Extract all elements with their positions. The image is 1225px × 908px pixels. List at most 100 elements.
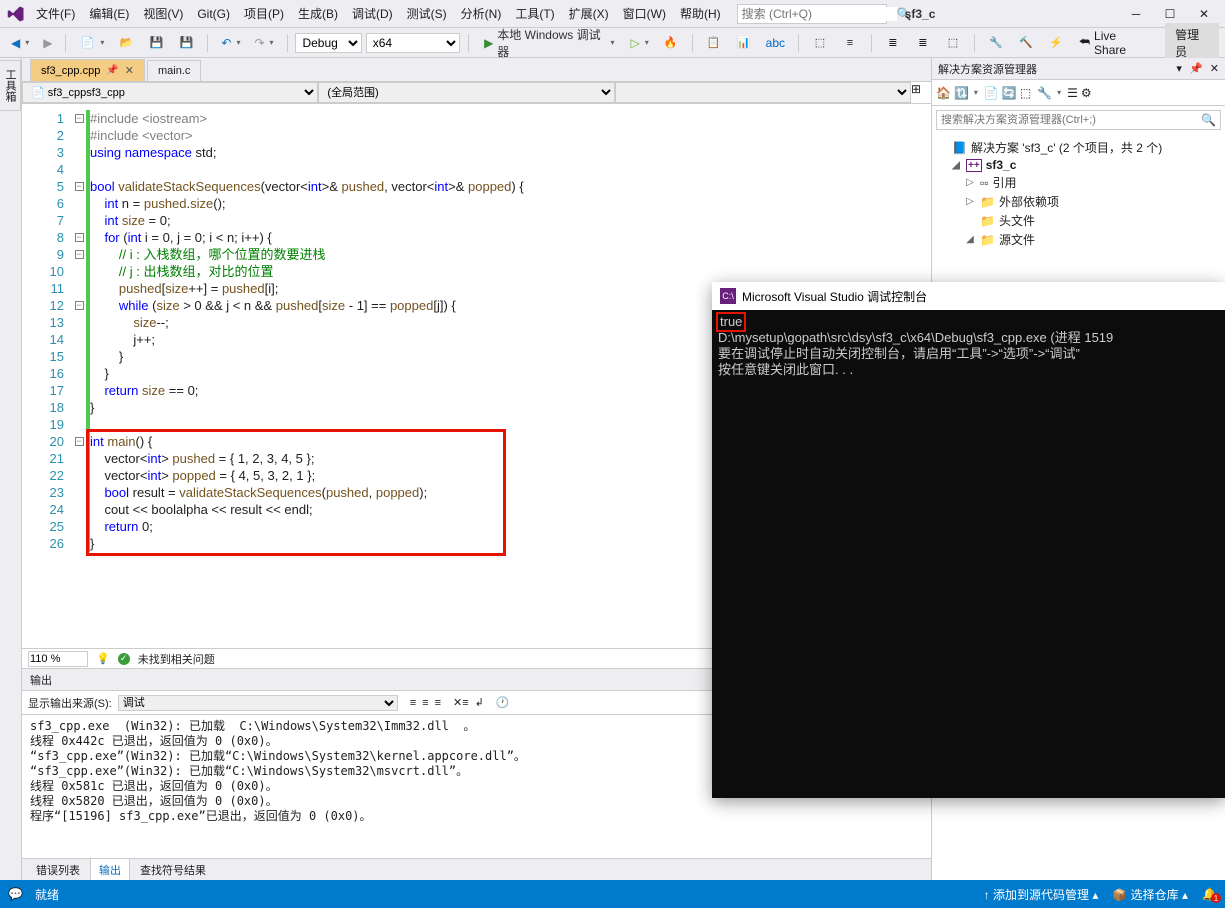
line-numbers: 1234567891011121314151617181920212223242… — [22, 104, 72, 648]
redo-button[interactable]: ↷▾ — [249, 33, 278, 53]
notifications-button[interactable]: 🔔1 — [1202, 887, 1217, 901]
tree-solution-root[interactable]: 📘 解决方案 'sf3_c' (2 个项目，共 2 个) — [936, 138, 1221, 157]
expand-icon[interactable]: ◢ — [964, 234, 976, 245]
console-titlebar[interactable]: C:\ Microsoft Visual Studio 调试控制台 — [712, 282, 1225, 310]
tree-external-deps[interactable]: ▷ 📁 外部依赖项 — [936, 192, 1221, 211]
split-button[interactable]: ⊞ — [911, 82, 931, 103]
tree-references[interactable]: ▷ ▫▫ 引用 — [936, 173, 1221, 192]
minimize-button[interactable]: ─ — [1119, 1, 1153, 27]
out-btn-3[interactable]: ≡ — [435, 697, 441, 709]
tool-btn-1[interactable]: 🔥 — [658, 33, 684, 53]
tool-btn-12[interactable]: ⚡ — [1043, 33, 1069, 53]
sol-btn-5[interactable]: ⬚ — [1020, 86, 1031, 100]
repo-select-button[interactable]: 📦 选择仓库 ▴ — [1112, 886, 1188, 903]
out-btn-2[interactable]: ≡ — [422, 697, 428, 709]
menu-help[interactable]: 帮助(H) — [674, 1, 727, 26]
play-icon: ▶ — [484, 36, 493, 50]
tree-project[interactable]: ◢ ++ sf3_c — [936, 157, 1221, 173]
nav-fwd-button[interactable]: ▶ — [38, 33, 57, 53]
member-select-2[interactable] — [615, 82, 911, 103]
fold-gutter[interactable]: −−−−−− — [72, 104, 86, 648]
start-nodebug-button[interactable]: ▷▾ — [625, 33, 653, 53]
sol-home-button[interactable]: 🏠 — [936, 86, 951, 100]
expand-icon[interactable]: ▷ — [964, 177, 976, 188]
output-src-select[interactable]: 调试 — [118, 695, 398, 711]
menu-edit[interactable]: 编辑(E) — [83, 1, 135, 26]
tool-btn-7[interactable]: ≣ — [880, 33, 906, 53]
tool-btn-6[interactable]: ≡ — [837, 33, 863, 53]
panel-close-icon[interactable]: ✕ — [1210, 63, 1219, 75]
out-wrap-button[interactable]: ↲ — [475, 696, 484, 709]
start-debug-button[interactable]: ▶ 本地 Windows 调试器 ▾ — [477, 23, 621, 63]
menu-view[interactable]: 视图(V) — [137, 1, 189, 26]
src-control-button[interactable]: ↑ 添加到源代码管理 ▴ — [984, 886, 1099, 903]
scope-select[interactable]: 📄 sf3_cppsf3_cpp — [22, 82, 318, 103]
tree-headers[interactable]: 📁 头文件 — [936, 211, 1221, 230]
tool-btn-4[interactable]: abc — [761, 33, 790, 53]
expand-icon[interactable]: ▷ — [964, 196, 976, 207]
tab-main-c[interactable]: main.c — [147, 60, 201, 81]
platform-select[interactable]: x64 — [366, 33, 460, 53]
menu-project[interactable]: 项目(P) — [238, 1, 290, 26]
sol-btn-4[interactable]: 🔄 — [1002, 86, 1017, 100]
menu-git[interactable]: Git(G) — [191, 3, 236, 25]
sol-btn-2[interactable]: 🔃 — [954, 86, 969, 100]
tool-btn-11[interactable]: 🔨 — [1013, 33, 1039, 53]
tab-output[interactable]: 输出 — [90, 858, 130, 882]
save-button[interactable]: 💾 — [143, 33, 169, 53]
tab-active[interactable]: sf3_cpp.cpp 📌 ✕ — [30, 59, 145, 81]
menu-build[interactable]: 生成(B) — [292, 1, 344, 26]
sol-btn-7[interactable]: ☰ — [1067, 86, 1078, 100]
panel-pin-icon[interactable]: 📌 — [1189, 63, 1203, 75]
nav-back-button[interactable]: ◀▾ — [6, 33, 34, 53]
debug-console-window[interactable]: C:\ Microsoft Visual Studio 调试控制台 true D… — [712, 282, 1225, 798]
zoom-input[interactable] — [28, 651, 88, 667]
toolbox-tab[interactable]: 工具箱 — [0, 60, 21, 111]
tab-error-list[interactable]: 错误列表 — [28, 859, 88, 881]
share-icon: ⮪ — [1079, 35, 1090, 50]
status-icon: 💬 — [8, 887, 23, 901]
live-share-button[interactable]: ⮪ Live Share — [1073, 27, 1153, 59]
refs-icon: ▫▫ — [980, 176, 989, 190]
solution-search-input[interactable] — [941, 114, 1201, 126]
tab-close-icon[interactable]: ✕ — [125, 64, 134, 77]
document-tabs: sf3_cpp.cpp 📌 ✕ main.c — [22, 58, 931, 82]
menu-test[interactable]: 测试(S) — [401, 1, 453, 26]
expand-icon[interactable]: ◢ — [950, 160, 962, 171]
menu-file[interactable]: 文件(F) — [30, 1, 81, 26]
undo-button[interactable]: ↶▾ — [216, 33, 245, 53]
config-select[interactable]: Debug — [295, 33, 361, 53]
tab-find-symbol[interactable]: 查找符号结果 — [132, 859, 214, 881]
admin-badge[interactable]: 管理员 — [1165, 23, 1219, 63]
tree-sources[interactable]: ◢ 📁 源文件 — [936, 230, 1221, 249]
tool-btn-9[interactable]: ⬚ — [940, 33, 966, 53]
member-select[interactable]: (全局范围) — [318, 82, 614, 103]
tool-btn-10[interactable]: 🔧 — [983, 33, 1009, 53]
sol-btn-8[interactable]: ⚙ — [1081, 86, 1092, 100]
console-body[interactable]: true D:\mysetup\gopath\src\dsy\sf3_c\x64… — [712, 310, 1225, 382]
menu-debug[interactable]: 调试(D) — [346, 1, 399, 26]
out-clear-button[interactable]: ✕≡ — [453, 696, 469, 709]
out-btn-1[interactable]: ≡ — [410, 697, 416, 709]
tool-btn-5[interactable]: ⬚ — [807, 33, 833, 53]
pin-icon[interactable]: 📌 — [106, 65, 118, 76]
tool-btn-3[interactable]: 📊 — [731, 33, 757, 53]
panel-menu-icon[interactable]: ▾ — [1176, 63, 1182, 75]
live-share-label: Live Share — [1094, 29, 1147, 57]
menu-window[interactable]: 窗口(W) — [617, 1, 672, 26]
open-button[interactable]: 📂 — [113, 33, 139, 53]
new-item-button[interactable]: 📄▾ — [74, 33, 109, 53]
solution-search[interactable]: 🔍 — [936, 110, 1221, 130]
code-nav-bar: 📄 sf3_cppsf3_cpp (全局范围) ⊞ — [22, 82, 931, 104]
quick-search-input[interactable] — [742, 7, 897, 21]
sol-btn-6[interactable]: 🔧 — [1037, 86, 1052, 100]
lightbulb-icon[interactable]: 💡 — [96, 652, 110, 665]
out-time-button[interactable]: 🕐 — [496, 696, 510, 709]
tool-btn-8[interactable]: ≣ — [910, 33, 936, 53]
vs-logo-icon — [4, 2, 28, 26]
sol-btn-3[interactable]: 📄 — [984, 86, 999, 100]
tool-btn-2[interactable]: 📋 — [701, 33, 727, 53]
quick-search[interactable]: 🔍 — [737, 4, 887, 24]
console-output-true: true — [718, 314, 744, 330]
save-all-button[interactable]: 💾 — [173, 33, 199, 53]
